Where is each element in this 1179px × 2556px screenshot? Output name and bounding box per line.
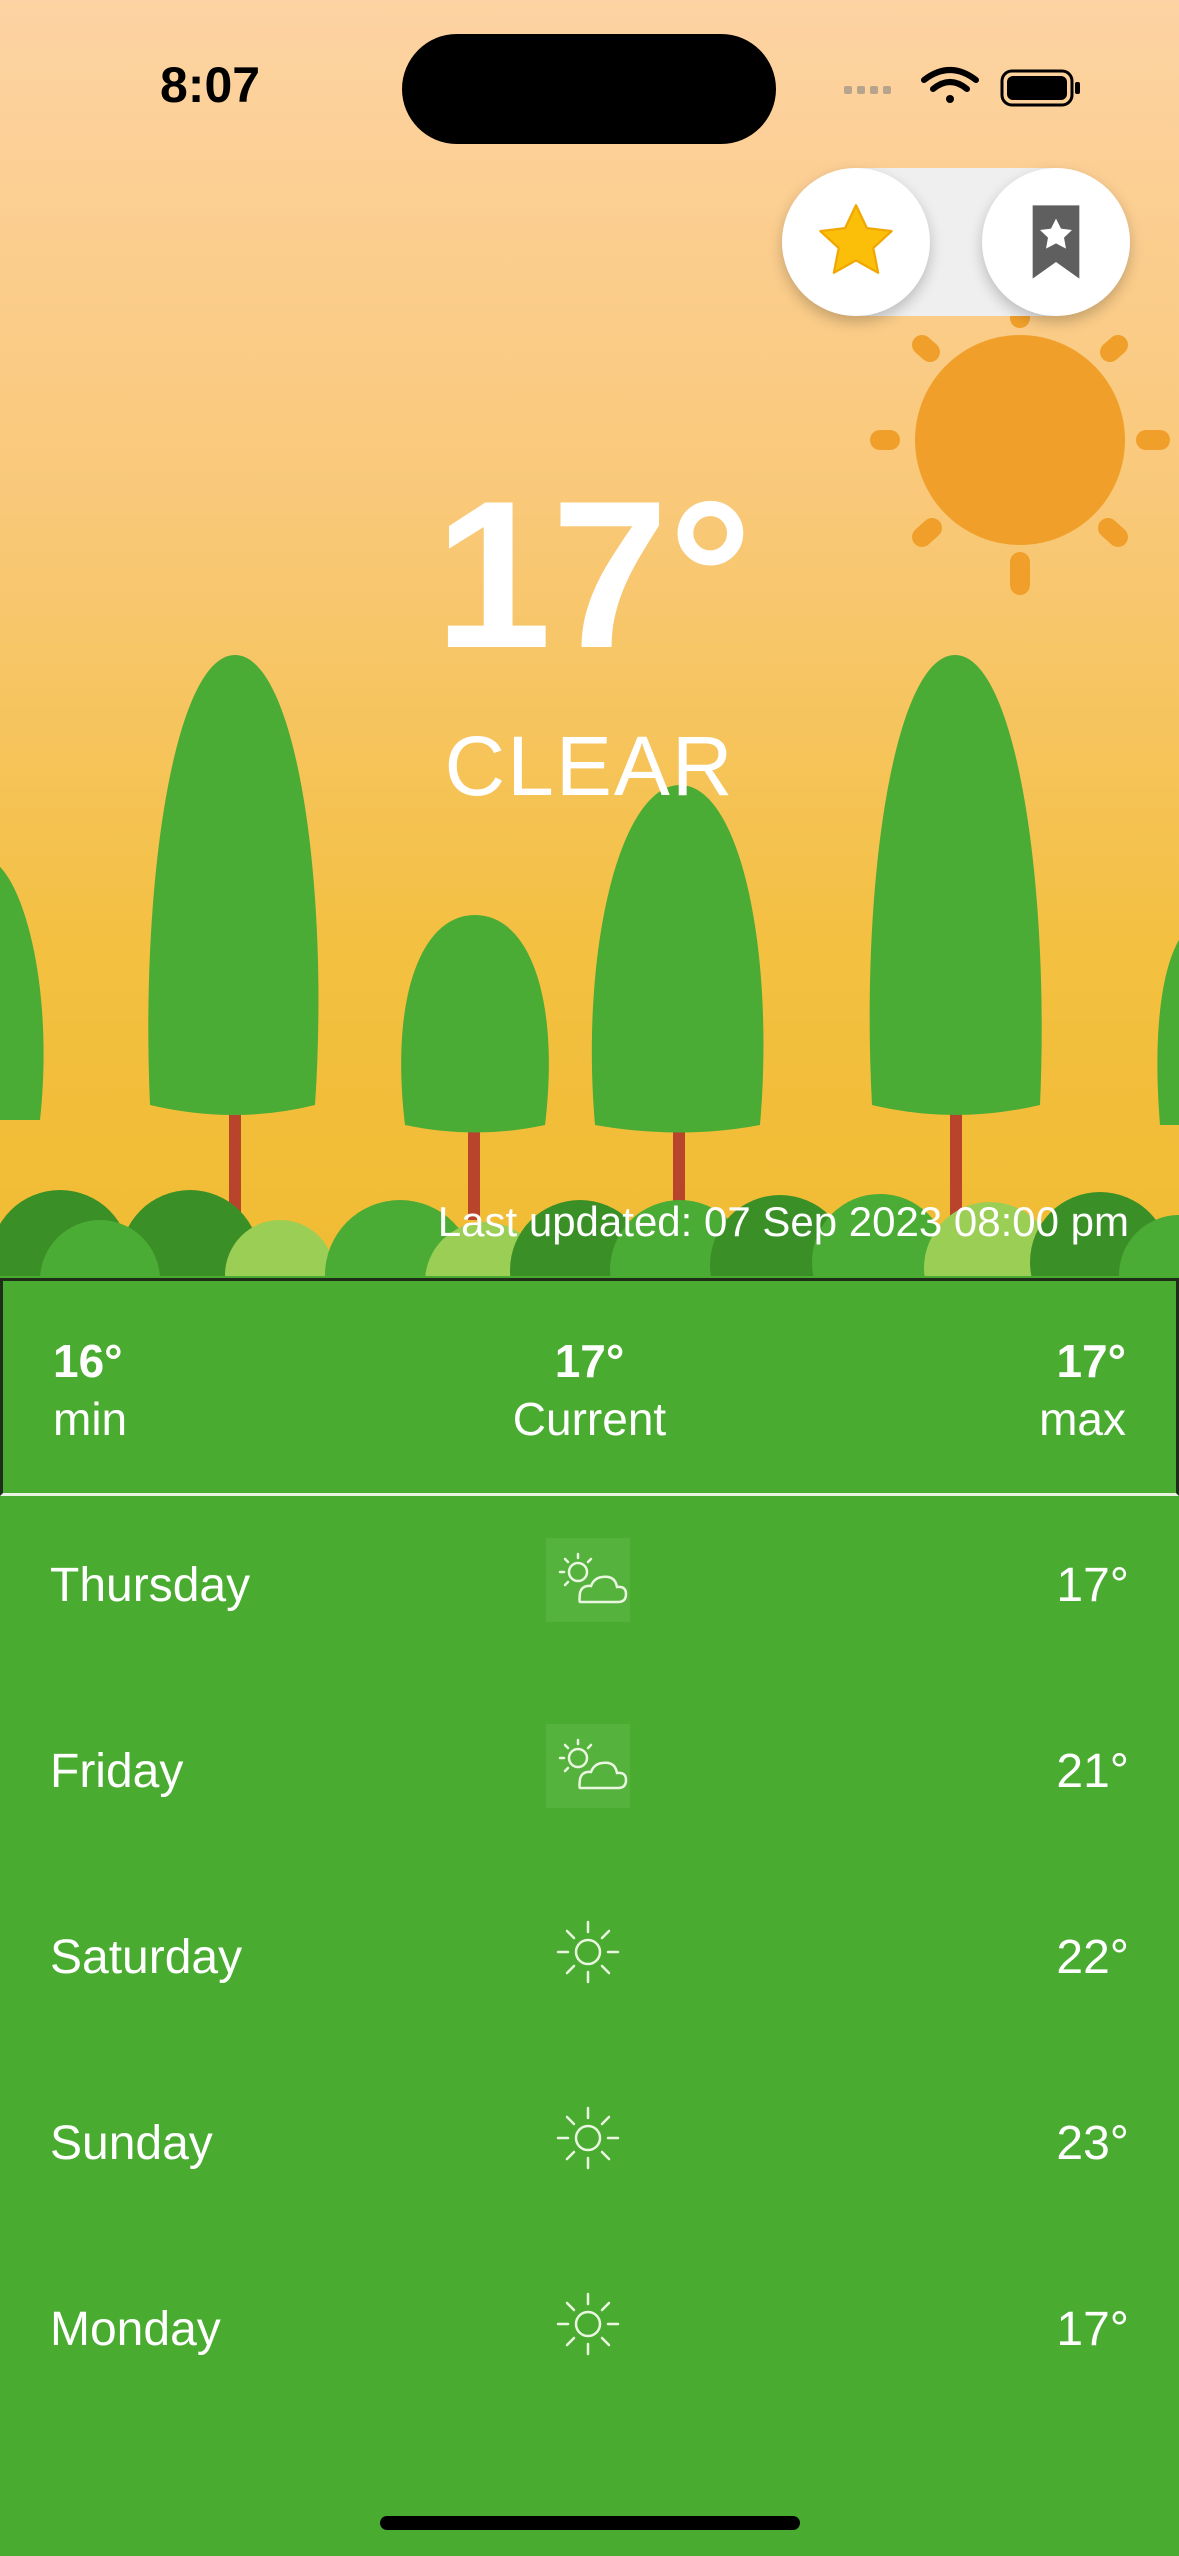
forecast-temp: 23°: [1056, 2117, 1129, 2170]
sun-icon: [556, 1920, 620, 1984]
summary-max: 17° max: [1039, 1333, 1126, 1448]
status-icons: [844, 67, 1080, 107]
last-updated-label: Last updated: 07 Sep 2023 08:00 pm: [437, 1198, 1129, 1245]
forecast-row: Sunday 23°: [0, 2054, 1179, 2240]
favorite-button[interactable]: [782, 168, 930, 316]
wifi-icon: [921, 67, 979, 103]
battery-icon: [1000, 69, 1080, 107]
favorites-toggle[interactable]: [782, 168, 1130, 316]
sun-icon: [556, 2292, 620, 2356]
forecast-day: Sunday: [50, 2117, 213, 2170]
dynamic-island: [402, 34, 776, 144]
forecast-day: Thursday: [50, 1559, 251, 1612]
current-temp-value: 17°: [554, 1335, 625, 1387]
forecast-temp: 17°: [1056, 2303, 1129, 2356]
forecast-row: Saturday 22°: [0, 1868, 1179, 2054]
weather-condition: CLEAR: [444, 719, 735, 813]
star-icon: [819, 204, 893, 274]
status-time: 8:07: [160, 57, 261, 113]
forecast-temp: 17°: [1056, 1559, 1129, 1612]
current-temperature: 17°: [434, 457, 753, 692]
forecast-temp: 21°: [1056, 1745, 1129, 1798]
forecast-list[interactable]: Thursday 17° Friday 21° Saturday 22° Sun…: [0, 1496, 1179, 2426]
summary-current: 17° Current: [3, 1333, 1176, 1448]
forecast-day: Monday: [50, 2303, 221, 2356]
forecast-row: Monday 17°: [0, 2240, 1179, 2426]
forecast-row: Friday 21°: [0, 1682, 1179, 1868]
forecast-day: Saturday: [50, 1931, 243, 1984]
forecast-row: Thursday 17°: [0, 1496, 1179, 1682]
sun-icon: [556, 2106, 620, 2170]
partly-cloudy-icon: [546, 1724, 630, 1808]
max-temp-value: 17°: [1056, 1335, 1126, 1387]
cellular-signal-icon: [844, 86, 891, 94]
bookmark-star-icon: [1032, 205, 1080, 279]
home-indicator[interactable]: [380, 2516, 800, 2530]
temperature-summary: 16° min 17° Current 17° max: [0, 1278, 1179, 1496]
forecast-temp: 22°: [1056, 1931, 1129, 1984]
current-temp-label: Current: [512, 1392, 667, 1445]
hero-background: 8:07 17° CLEAR Last updated: 07 Sep 2023…: [0, 0, 1179, 1276]
partly-cloudy-icon: [546, 1538, 630, 1622]
saved-locations-button[interactable]: [982, 168, 1130, 316]
max-temp-label: max: [1039, 1392, 1126, 1445]
forecast-day: Friday: [50, 1745, 184, 1798]
